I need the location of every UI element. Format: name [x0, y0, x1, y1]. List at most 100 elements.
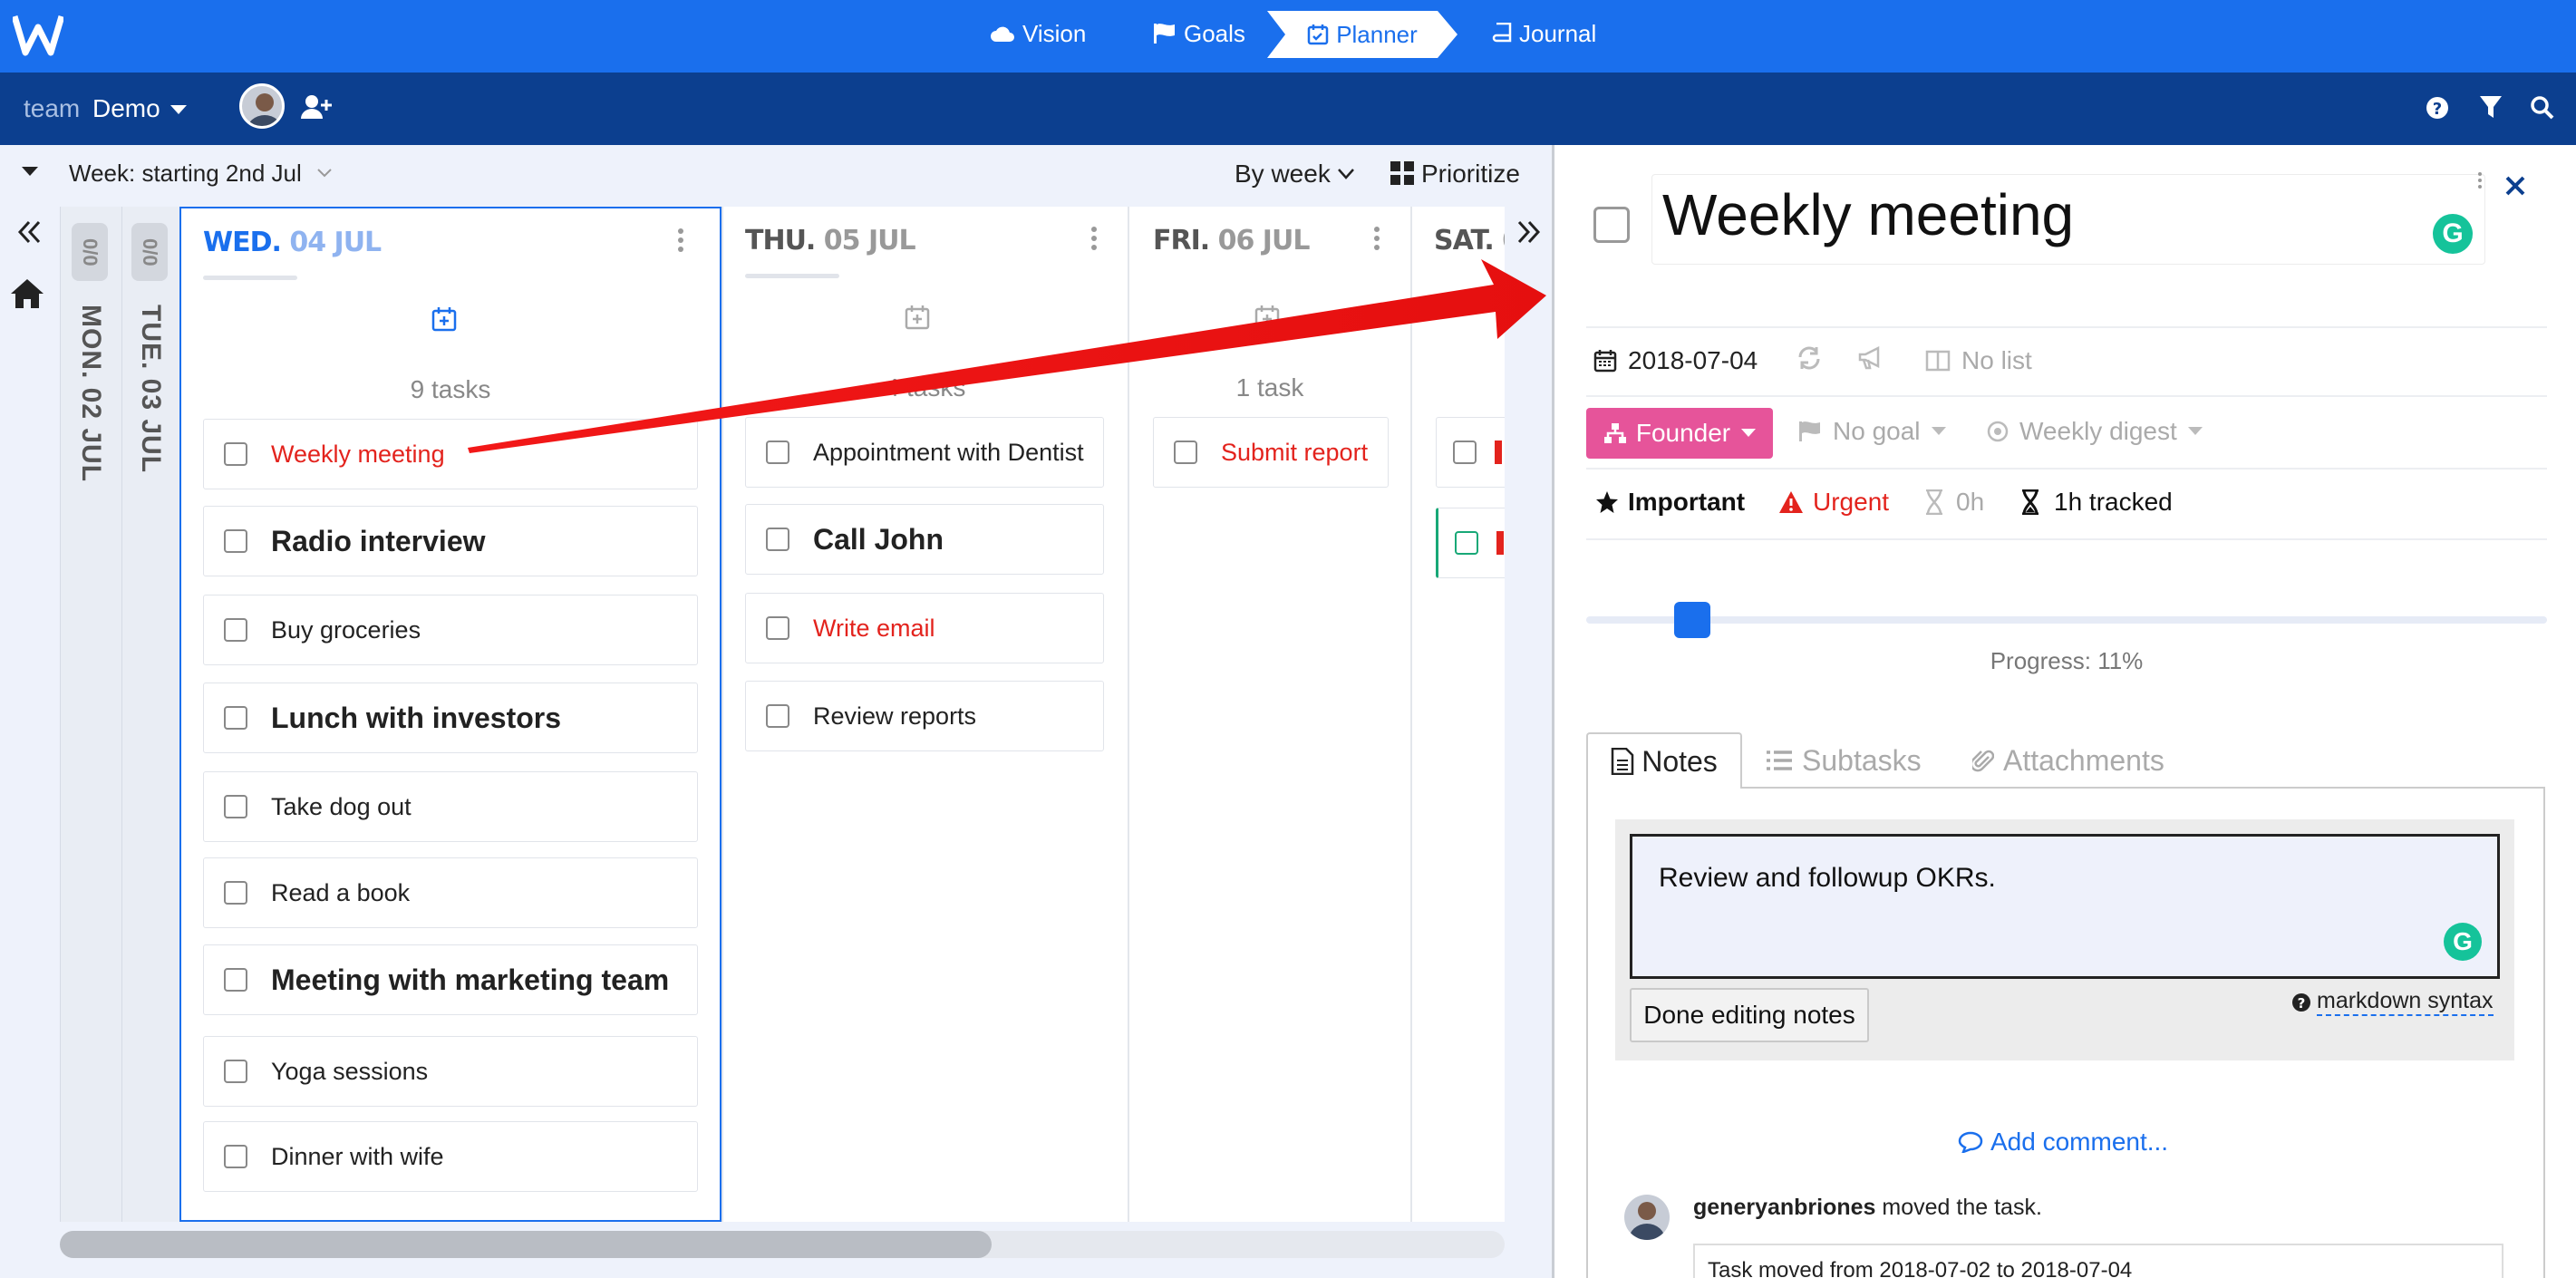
task-card[interactable]: Write email	[745, 593, 1104, 663]
goal-dropdown[interactable]: No goal	[1798, 417, 1946, 446]
task-checkbox[interactable]	[766, 528, 789, 551]
nav-planner[interactable]: Planner	[1267, 11, 1457, 58]
close-icon[interactable]	[2503, 174, 2527, 198]
double-chevron-left-icon[interactable]	[16, 219, 42, 245]
owner-dropdown[interactable]: Founder	[1586, 408, 1773, 459]
task-card[interactable]: Take dog out	[203, 771, 698, 842]
app-logo-icon[interactable]	[13, 11, 63, 58]
add-comment-link[interactable]: Add comment...	[1958, 1128, 2168, 1157]
collapsed-day-tue[interactable]: 0/0 TUE. 03 JUL	[121, 207, 179, 1222]
add-user-icon[interactable]	[301, 94, 334, 120]
day-header: THU. 05 JUL	[745, 225, 916, 257]
home-icon[interactable]	[9, 277, 45, 310]
nav-vision[interactable]: Vision	[990, 0, 1086, 67]
task-checkbox[interactable]	[224, 529, 247, 553]
task-card[interactable]: Radio interview	[203, 506, 698, 576]
digest-dropdown[interactable]: Weekly digest	[1987, 417, 2203, 446]
filter-icon[interactable]	[2480, 96, 2502, 120]
task-checkbox[interactable]	[766, 704, 789, 728]
task-card[interactable]: Dinner with wife	[203, 1121, 698, 1192]
task-card[interactable]: Submit report	[1153, 417, 1389, 488]
collapse-caret-icon[interactable]	[22, 167, 38, 178]
important-toggle[interactable]: Important	[1595, 488, 1745, 517]
caret-down-icon	[2187, 427, 2203, 435]
nav-journal-label: Journal	[1519, 19, 1597, 47]
chevron-down-icon[interactable]	[317, 169, 332, 178]
activity-entry: generyanbriones moved the task.	[1693, 1195, 2042, 1221]
notes-textarea[interactable]	[1630, 834, 2500, 979]
add-task-calendar-icon[interactable]	[905, 305, 930, 330]
task-complete-checkbox[interactable]	[1593, 207, 1630, 243]
prioritize-button[interactable]: Prioritize	[1421, 160, 1520, 189]
chevron-down-icon[interactable]	[1338, 169, 1354, 179]
task-card[interactable]: Review reports	[745, 681, 1104, 751]
collapsed-day-label: MON. 02 JUL	[76, 305, 106, 483]
progress-slider-handle[interactable]	[1673, 602, 1710, 638]
grammarly-icon[interactable]: G	[2444, 923, 2482, 961]
task-checkbox[interactable]	[224, 1145, 247, 1168]
task-checkbox[interactable]	[224, 1060, 247, 1083]
task-checkbox[interactable]	[224, 795, 247, 818]
team-selector[interactable]: Demo	[92, 94, 160, 123]
scrollbar-thumb[interactable]	[60, 1231, 992, 1258]
day-date: 07	[1502, 225, 1505, 257]
avatar[interactable]	[239, 83, 285, 129]
tab-notes[interactable]: Notes	[1586, 732, 1742, 789]
task-checkbox[interactable]	[224, 442, 247, 466]
task-checkbox[interactable]	[1455, 531, 1478, 555]
task-card[interactable]	[1436, 417, 1505, 488]
markdown-syntax-link[interactable]: ? markdown syntax	[2291, 988, 2494, 1016]
task-title[interactable]: Weekly meeting	[1662, 181, 2074, 248]
progress-label: Progress: 11%	[1990, 647, 2144, 674]
task-checkbox[interactable]	[766, 441, 789, 464]
tab-subtasks[interactable]: Subtasks	[1766, 732, 1922, 789]
collapsed-day-mon[interactable]: 0/0 MON. 02 JUL	[60, 207, 121, 1222]
progress-slider[interactable]	[1586, 616, 2547, 624]
kebab-menu-icon[interactable]	[2478, 172, 2485, 192]
view-mode-dropdown[interactable]: By week	[1235, 160, 1331, 189]
help-icon[interactable]: ?	[2426, 96, 2449, 120]
task-checkbox[interactable]	[1453, 441, 1477, 464]
megaphone-icon[interactable]	[1858, 346, 1885, 370]
task-checkbox[interactable]	[1174, 441, 1197, 464]
grammarly-icon[interactable]: G	[2433, 214, 2473, 254]
task-card[interactable]	[1436, 508, 1505, 578]
tab-attachments[interactable]: Attachments	[1972, 732, 2164, 789]
nav-goals[interactable]: Goals	[1153, 0, 1245, 67]
kebab-menu-icon[interactable]	[1091, 227, 1099, 254]
day-date: 06 JUL	[1217, 225, 1311, 257]
task-card[interactable]: Meeting with marketing team	[203, 944, 698, 1015]
nav-journal[interactable]: Journal	[1492, 0, 1596, 67]
list-selector[interactable]: No list	[1925, 346, 2032, 375]
week-selector[interactable]: Week: starting 2nd Jul	[69, 160, 302, 188]
search-icon[interactable]	[2531, 96, 2554, 120]
task-checkbox[interactable]	[224, 618, 247, 642]
task-title: Write email	[813, 614, 935, 642]
urgent-toggle[interactable]: Urgent	[1778, 488, 1889, 517]
day-count-badge: 0/0	[72, 223, 108, 281]
activity-user[interactable]: generyanbriones	[1693, 1195, 1875, 1220]
task-card[interactable]: Weekly meeting	[203, 419, 698, 489]
kebab-menu-icon[interactable]	[1374, 227, 1381, 254]
add-task-calendar-icon[interactable]	[1254, 305, 1280, 330]
kebab-menu-icon[interactable]	[678, 228, 685, 256]
task-checkbox[interactable]	[766, 616, 789, 640]
repeat-icon[interactable]	[1796, 346, 1822, 370]
task-card[interactable]: Buy groceries	[203, 595, 698, 665]
task-card[interactable]: Yoga sessions	[203, 1036, 698, 1107]
task-card[interactable]: Appointment with Dentist	[745, 417, 1104, 488]
task-title: Appointment with Dentist	[813, 438, 1084, 466]
task-checkbox[interactable]	[224, 968, 247, 992]
caret-down-icon[interactable]	[170, 105, 187, 116]
due-date[interactable]: 2018-07-04	[1593, 346, 1758, 375]
done-editing-notes-button[interactable]: Done editing notes	[1630, 988, 1869, 1042]
add-task-calendar-icon[interactable]	[431, 306, 457, 332]
double-chevron-right-icon[interactable]	[1516, 219, 1541, 245]
task-checkbox[interactable]	[224, 881, 247, 905]
task-card[interactable]: Call John	[745, 504, 1104, 575]
estimate-field[interactable]: 0h	[1925, 488, 1984, 517]
task-card[interactable]: Read a book	[203, 857, 698, 928]
time-tracked[interactable]: 1h tracked	[2021, 488, 2173, 517]
task-card[interactable]: Lunch with investors	[203, 683, 698, 753]
task-checkbox[interactable]	[224, 706, 247, 730]
